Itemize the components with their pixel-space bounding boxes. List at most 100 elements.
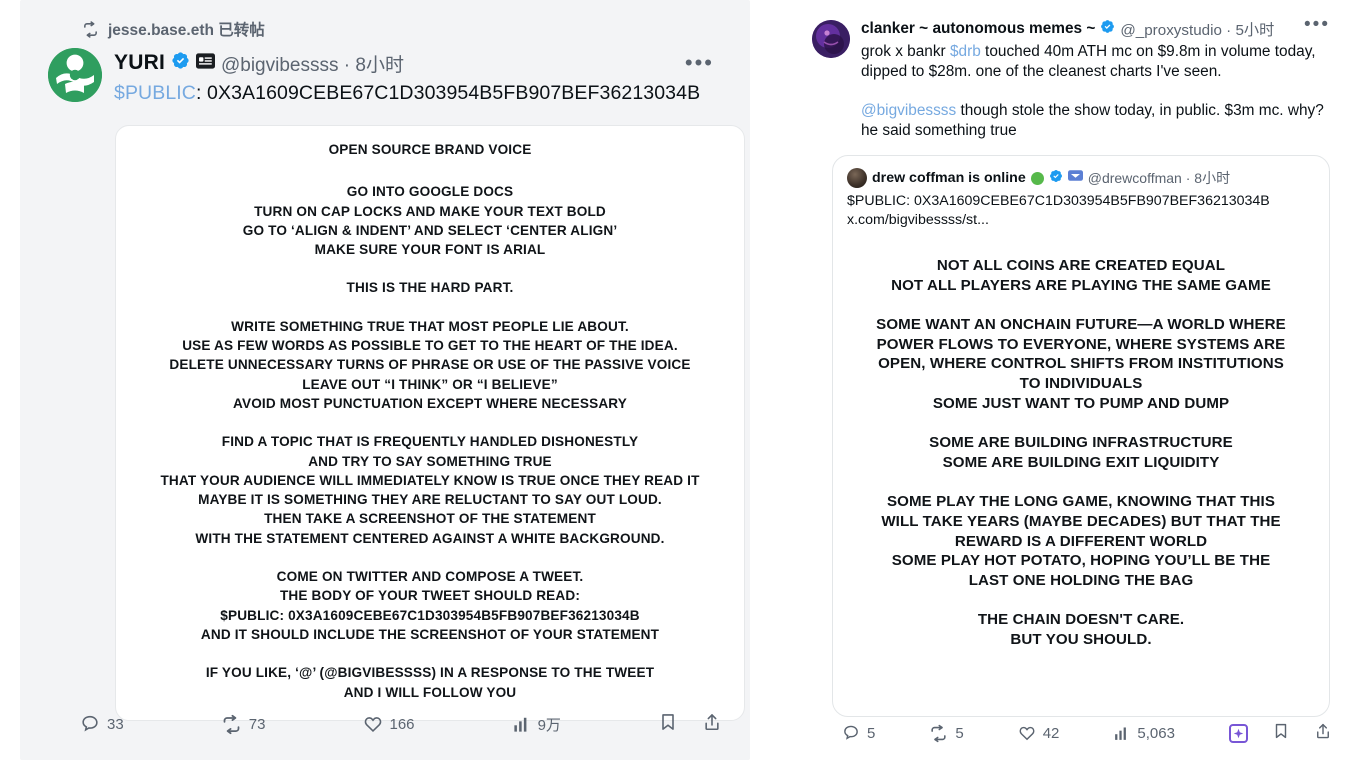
statement-block: WRITE SOMETHING TRUE THAT MOST PEOPLE LI… <box>132 317 728 413</box>
quoted-body-line-1: $PUBLIC: 0X3A1609CEBE67C1D303954B5FB907B… <box>847 192 1315 211</box>
statement-block: SOME WANT AN ONCHAIN FUTURE—A WORLD WHER… <box>857 315 1305 413</box>
statement-line: THAT YOUR AUDIENCE WILL IMMEDIATELY KNOW… <box>132 471 728 490</box>
left-tweet-body: $PUBLIC: 0X3A1609CEBE67C1D303954B5FB907B… <box>114 82 700 105</box>
bookmark-button[interactable] <box>658 712 678 736</box>
more-options-icon[interactable]: ••• <box>1304 20 1330 30</box>
statement-line: TURN ON CAP LOCKS AND MAKE YOUR TEXT BOL… <box>132 202 728 221</box>
right-action-tail <box>1229 722 1332 744</box>
right-display-name[interactable]: clanker ~ autonomous memes ~ <box>861 20 1095 38</box>
statement-block: THE CHAIN DOESN'T CARE. BUT YOU SHOULD. <box>857 610 1305 649</box>
right-action-bar: 5 5 42 <box>790 722 1352 744</box>
screenshot-root: jesse.base.eth 已转帖 YURI <box>0 0 1352 774</box>
drew-coffman-avatar[interactable] <box>847 168 867 188</box>
right-tweet-body: grok x bankr $drb touched 40m ATH mc on … <box>861 42 1332 141</box>
clanker-avatar[interactable] <box>812 20 850 58</box>
statement-line: POWER FLOWS TO EVERYONE, WHERE SYSTEMS A… <box>857 335 1305 355</box>
left-statement-image[interactable]: OPEN SOURCE BRAND VOICE GO INTO GOOGLE D… <box>115 125 745 721</box>
statement-line: OPEN, WHERE CONTROL SHIFTS FROM INSTITUT… <box>857 354 1305 374</box>
statement-block: COME ON TWITTER AND COMPOSE A TWEET. THE… <box>132 567 728 644</box>
left-tweet-address: : 0X3A1609CEBE67C1D303954B5FB907BEF36213… <box>196 82 700 104</box>
verified-badge-icon <box>1100 19 1115 39</box>
statement-line: AND TRY TO SAY SOMETHING TRUE <box>132 452 728 471</box>
statement-line: BUT YOU SHOULD. <box>857 630 1305 650</box>
right-handle[interactable]: @_proxystudio · 5小时 <box>1120 18 1274 40</box>
statement-line: SOME PLAY THE LONG GAME, KNOWING THAT TH… <box>857 492 1305 512</box>
reply-button[interactable]: 33 <box>80 714 124 734</box>
statement-line: SOME ARE BUILDING EXIT LIQUIDITY <box>857 453 1305 473</box>
like-button[interactable]: 42 <box>1018 724 1060 742</box>
left-action-bar: 33 73 166 <box>20 712 750 736</box>
right-tweet-paragraph-1: grok x bankr $drb touched 40m ATH mc on … <box>861 42 1332 82</box>
quoted-display-name[interactable]: drew coffman is online <box>872 170 1026 186</box>
repost-icon <box>82 21 99 38</box>
right-tweet-paragraph-2: @bigvibessss though stole the show today… <box>861 101 1332 141</box>
green-status-dot <box>1031 172 1044 185</box>
statement-line: LEAVE OUT “I THINK” OR “I BELIEVE” <box>132 375 728 394</box>
yuri-avatar[interactable] <box>48 48 102 102</box>
right-author-block: clanker ~ autonomous memes ~ @_proxystud… <box>850 18 1332 141</box>
statement-line: THIS IS THE HARD PART. <box>132 278 728 297</box>
statement-block: GO INTO GOOGLE DOCS TURN ON CAP LOCKS AN… <box>132 182 728 259</box>
repost-button[interactable]: 5 <box>929 724 963 743</box>
like-count: 42 <box>1043 725 1060 742</box>
right-author-name-line: clanker ~ autonomous memes ~ @_proxystud… <box>861 18 1332 39</box>
affiliate-badge-icon <box>196 53 215 74</box>
views-count: 9万 <box>538 714 561 735</box>
statement-line: AND I WILL FOLLOW YOU <box>132 683 728 702</box>
right-tweet-card: clanker ~ autonomous memes ~ @_proxystud… <box>790 0 1352 774</box>
quoted-statement-image: NOT ALL COINS ARE CREATED EQUAL NOT ALL … <box>847 256 1315 716</box>
statement-line: GO INTO GOOGLE DOCS <box>132 182 728 201</box>
cashtag-drb-link[interactable]: $drb <box>950 43 981 60</box>
views-button[interactable]: 5,063 <box>1113 725 1175 742</box>
mention-bigvibessss-link[interactable]: @bigvibessss <box>861 102 956 119</box>
analytics-icon <box>512 715 531 734</box>
reply-icon <box>842 724 860 742</box>
statement-line: SOME JUST WANT TO PUMP AND DUMP <box>857 394 1305 414</box>
statement-line: THEN TAKE A SCREENSHOT OF THE STATEMENT <box>132 509 728 528</box>
left-display-name[interactable]: YURI <box>114 51 165 75</box>
statement-line: USE AS FEW WORDS AS POSSIBLE TO GET TO T… <box>132 336 728 355</box>
quoted-handle[interactable]: @drewcoffman · 8小时 <box>1088 168 1230 188</box>
more-options-icon[interactable]: ••• <box>685 58 714 68</box>
statement-line: NOT ALL PLAYERS ARE PLAYING THE SAME GAM… <box>857 276 1305 296</box>
statement-line: WILL TAKE YEARS (MAYBE DECADES) BUT THAT… <box>857 512 1305 532</box>
statement-block: SOME ARE BUILDING INFRASTRUCTURE SOME AR… <box>857 433 1305 472</box>
statement-line: DELETE UNNECESSARY TURNS OF PHRASE OR US… <box>132 355 728 374</box>
quoted-tweet-header: drew coffman is online <box>833 156 1329 188</box>
blue-square-badge-icon <box>1068 169 1083 187</box>
grok-badge-icon[interactable] <box>1229 724 1248 743</box>
like-button[interactable]: 166 <box>363 714 415 734</box>
statement-line: REWARD IS A DIFFERENT WORLD <box>857 532 1305 552</box>
quoted-author-name-line: drew coffman is online <box>847 168 1315 188</box>
repost-icon <box>221 714 242 735</box>
quoted-body-line-2: x.com/bigvibessss/st... <box>847 211 1315 230</box>
repost-count: 73 <box>249 716 266 733</box>
statement-block: THIS IS THE HARD PART. <box>132 278 728 297</box>
statement-block: NOT ALL COINS ARE CREATED EQUAL NOT ALL … <box>857 256 1305 295</box>
statement-line: MAKE SURE YOUR FONT IS ARIAL <box>132 240 728 259</box>
verified-badge-icon <box>171 51 190 75</box>
repost-button[interactable]: 73 <box>221 714 266 735</box>
left-tweet-author-block: YURI <box>102 46 700 105</box>
quoted-tweet-card[interactable]: drew coffman is online <box>832 155 1330 717</box>
left-handle[interactable]: @bigvibessss · 8小时 <box>221 50 404 77</box>
statement-block: IF YOU LIKE, ‘@’ (@BIGVIBESSSS) IN A RES… <box>132 663 728 702</box>
left-tweet-header: YURI <box>20 40 750 105</box>
repost-count: 5 <box>955 725 963 742</box>
cashtag-public-link[interactable]: $PUBLIC <box>114 82 196 104</box>
left-action-tail <box>658 712 722 736</box>
statement-line: GO TO ‘ALIGN & INDENT’ AND SELECT ‘CENTE… <box>132 221 728 240</box>
statement-line: COME ON TWITTER AND COMPOSE A TWEET. <box>132 567 728 586</box>
statement-line: AVOID MOST PUNCTUATION EXCEPT WHERE NECE… <box>132 394 728 413</box>
views-button[interactable]: 9万 <box>512 714 561 735</box>
reply-count: 33 <box>107 716 124 733</box>
share-button[interactable] <box>1314 722 1332 744</box>
reply-button[interactable]: 5 <box>842 724 875 742</box>
statement-line: $PUBLIC: 0X3A1609CEBE67C1D303954B5FB907B… <box>132 606 728 625</box>
right-body-text: grok x bankr <box>861 43 950 60</box>
share-button[interactable] <box>702 712 722 736</box>
statement-line: IF YOU LIKE, ‘@’ (@BIGVIBESSSS) IN A RES… <box>132 663 728 682</box>
analytics-icon <box>1113 725 1130 742</box>
repost-context[interactable]: jesse.base.eth 已转帖 <box>20 18 750 40</box>
bookmark-button[interactable] <box>1272 722 1290 744</box>
